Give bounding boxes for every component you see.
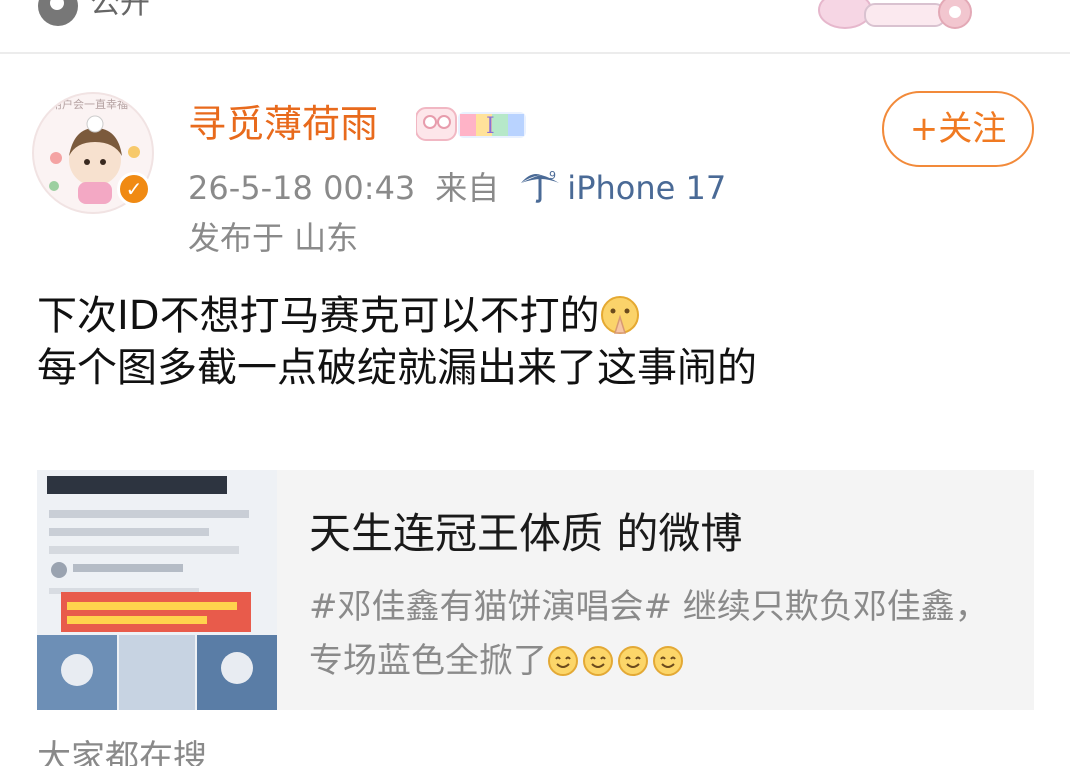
- quoted-post-title: 天生连冠王体质 的微博: [309, 509, 743, 558]
- visibility-label: 公开: [90, 0, 150, 21]
- quoted-post-description: #邓佳鑫有猫饼演唱会# 继续只欺负邓佳鑫，专场蓝色全掀了: [309, 587, 989, 681]
- smile-emoji-icon: [583, 646, 613, 676]
- username[interactable]: 寻觅薄荷雨: [188, 98, 378, 150]
- pray-emoji-icon: [600, 296, 639, 334]
- post-location: 发布于 山东: [188, 219, 359, 257]
- trending-section-label: 大家都在搜: [37, 738, 207, 766]
- user-badge-icon: I: [416, 107, 526, 141]
- verified-badge-icon: ✓: [117, 172, 151, 206]
- smile-emoji-icon: [548, 646, 578, 676]
- quoted-post-card[interactable]: 天生连冠王体质 的微博 #邓佳鑫有猫饼演唱会# 继续只欺负邓佳鑫，专场蓝色全掀了: [37, 470, 1034, 710]
- follow-button[interactable]: +关注: [882, 91, 1034, 167]
- decoration-sticker-icon: [818, 0, 972, 29]
- source-prefix: 来自: [435, 169, 500, 207]
- post-timestamp: 26-5-18 00:43: [188, 169, 416, 207]
- post-line-2: 每个图多截一点破绽就漏出来了这事闹的: [37, 345, 757, 391]
- svg-text:I: I: [486, 114, 495, 139]
- smile-emoji-icon: [618, 646, 648, 676]
- post-line-1: 下次ID不想打马赛克可以不打的: [37, 290, 757, 342]
- post-body: 下次ID不想打马赛克可以不打的 每个图多截一点破绽就漏出来了这事闹的: [37, 290, 757, 394]
- umbrella-icon: 9: [521, 169, 560, 203]
- globe-icon: [38, 0, 78, 26]
- smile-emoji-icon: [653, 646, 683, 676]
- post-meta: 26-5-18 00:43 来自 9 iPhone 17: [188, 166, 726, 210]
- quoted-post-thumbnail: [37, 470, 277, 710]
- device-link[interactable]: iPhone 17: [567, 169, 726, 207]
- visibility-bar: 公开: [0, 0, 1070, 54]
- svg-text:9: 9: [549, 169, 556, 182]
